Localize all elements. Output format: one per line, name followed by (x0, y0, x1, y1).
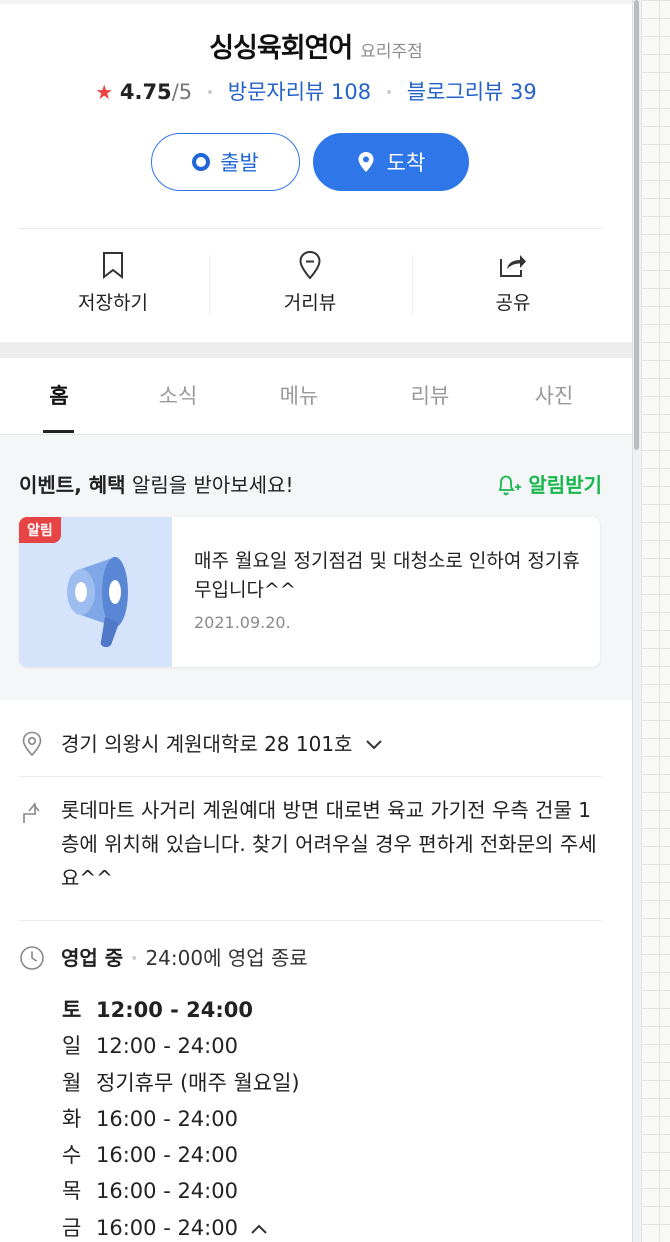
scrollbar[interactable] (632, 0, 641, 1242)
top-strip (0, 0, 632, 4)
hours-row: 토 12:00 - 24:00 (62, 992, 300, 1028)
arrive-button[interactable]: 도착 (313, 133, 469, 191)
hours-day: 일 (62, 1034, 82, 1059)
save-label: 저장하기 (78, 292, 148, 314)
bookmark-icon (48, 248, 178, 282)
start-button[interactable]: 출발 (151, 133, 300, 191)
address-text: 경기 의왕시 계원대학로 28 101호 (61, 727, 606, 761)
address-row[interactable]: 경기 의왕시 계원대학로 28 101호 (19, 727, 603, 761)
save-button[interactable]: 저장하기 (48, 248, 178, 315)
hours-time: 정기휴무 (매주 월요일) (96, 1070, 300, 1095)
location-icon (245, 248, 375, 282)
star-icon: ★ (95, 80, 114, 104)
hours-time: 16:00 - 24:00 (96, 1106, 238, 1131)
notice-card[interactable]: 알림 매주 월요일 정기점검 및 대청소로 인하여 정기휴무입니다^^ 2021… (19, 517, 600, 667)
notice-heading-rest: 알림을 받아보세요! (125, 473, 294, 497)
share-label: 공유 (495, 292, 531, 314)
rating-value: 4.75 (119, 80, 172, 104)
directions-row: 롯데마트 사거리 계원예대 방면 대로변 육교 가기전 우측 건물 1층에 위치… (19, 793, 603, 903)
location-pin-icon (19, 731, 45, 757)
arrive-label: 도착 (386, 151, 426, 175)
place-category: 요리주점 (360, 42, 423, 62)
place-panel: 싱싱육회연어 요리주점 ★ 4.75/5 • 방문자리뷰 108 • 블로그리뷰 … (0, 0, 632, 1242)
hours-day: 월 (62, 1070, 82, 1095)
hours-time: 12:00 - 24:00 (96, 1034, 238, 1059)
notice-heading: 이벤트, 혜택 알림을 받아보세요! (19, 469, 294, 498)
clock-icon (19, 945, 45, 971)
scrollbar-thumb[interactable] (634, 0, 639, 450)
tab-home[interactable]: 홈 (19, 380, 99, 410)
hours-row: 월 정기휴무 (매주 월요일) (62, 1065, 300, 1101)
hours-day: 목 (62, 1179, 82, 1204)
notice-section: 이벤트, 혜택 알림을 받아보세요! 알림받기 알림 매주 월요일 정기점검 및… (0, 435, 632, 700)
divider (19, 920, 602, 921)
hours-row: 수 16:00 - 24:00 (62, 1137, 300, 1173)
title-row: 싱싱육회연어 요리주점 (0, 26, 632, 65)
start-ring-icon (192, 153, 211, 171)
blog-review-link[interactable]: 블로그리뷰 39 (407, 80, 537, 104)
hours-day: 수 (62, 1143, 82, 1168)
close-time: 24:00에 영업 종료 (145, 946, 308, 970)
start-label: 출발 (220, 151, 259, 175)
hours-time: 16:00 - 24:00 (96, 1215, 238, 1240)
place-name: 싱싱육회연어 (209, 33, 353, 64)
turn-arrow-icon (19, 799, 45, 825)
bell-plus-icon (499, 475, 522, 495)
hours-day: 금 (62, 1215, 82, 1240)
tab-news[interactable]: 소식 (138, 380, 218, 410)
notice-badge: 알림 (19, 517, 61, 543)
tab-reviews[interactable]: 리뷰 (390, 380, 470, 410)
notice-thumbnail: 알림 (19, 517, 172, 667)
visitor-review-link[interactable]: 방문자리뷰 108 (228, 80, 371, 104)
tab-bar: 홈 소식 메뉴 리뷰 사진 (0, 358, 632, 435)
pin-icon (358, 152, 374, 172)
share-button[interactable]: 공유 (448, 248, 578, 315)
notice-text: 매주 월요일 정기점검 및 대청소로 인하여 정기휴무입니다^^ (194, 550, 580, 601)
notice-date: 2021.09.20. (194, 613, 291, 632)
street-view-label: 거리뷰 (283, 292, 337, 314)
separator-dot: • (384, 85, 394, 101)
chevron-up-icon[interactable] (250, 1223, 268, 1235)
hours-row[interactable]: 금 16:00 - 24:00 (62, 1210, 300, 1242)
rating-max: /5 (171, 80, 193, 104)
hours-time: 16:00 - 24:00 (96, 1143, 238, 1168)
notice-heading-bold: 이벤트, 혜택 (19, 473, 126, 497)
hours-time: 16:00 - 24:00 (96, 1179, 238, 1204)
hours-list: 토 12:00 - 24:00 일 12:00 - 24:00 월 정기휴무 (매주 … (62, 992, 300, 1242)
background-grid (641, 0, 670, 1242)
rating-row: ★ 4.75/5 • 방문자리뷰 108 • 블로그리뷰 39 (0, 76, 632, 106)
open-status: 영업 중 (61, 946, 124, 970)
hours-row: 일 12:00 - 24:00 (62, 1028, 300, 1064)
hours-day: 토 (62, 998, 82, 1022)
hours-row: 화 16:00 - 24:00 (62, 1101, 300, 1137)
business-status-row[interactable]: 영업 중 • 24:00에 영업 종료 (19, 941, 603, 975)
divider (18, 228, 602, 229)
hours-row: 목 16:00 - 24:00 (62, 1173, 300, 1209)
share-icon (448, 248, 578, 282)
active-tab-indicator (43, 430, 74, 433)
chevron-down-icon (366, 740, 382, 750)
directions-text: 롯데마트 사거리 계원예대 방면 대로변 육교 가기전 우측 건물 1층에 위치… (61, 798, 597, 890)
hours-day: 화 (62, 1106, 82, 1131)
alarm-label: 알림받기 (528, 473, 602, 497)
action-divider (209, 255, 210, 315)
hours-time: 12:00 - 24:00 (96, 998, 254, 1022)
tab-menu[interactable]: 메뉴 (259, 380, 339, 410)
separator-dot: • (205, 85, 215, 101)
separator-dot: • (130, 951, 139, 967)
street-view-button[interactable]: 거리뷰 (245, 248, 375, 315)
alarm-button[interactable]: 알림받기 (496, 469, 602, 498)
action-divider (412, 255, 413, 315)
address-value: 경기 의왕시 계원대학로 28 101호 (61, 732, 353, 756)
divider (19, 776, 602, 777)
status-text: 영업 중 • 24:00에 영업 종료 (61, 941, 606, 976)
section-separator (0, 342, 632, 358)
tab-photos[interactable]: 사진 (514, 380, 594, 410)
